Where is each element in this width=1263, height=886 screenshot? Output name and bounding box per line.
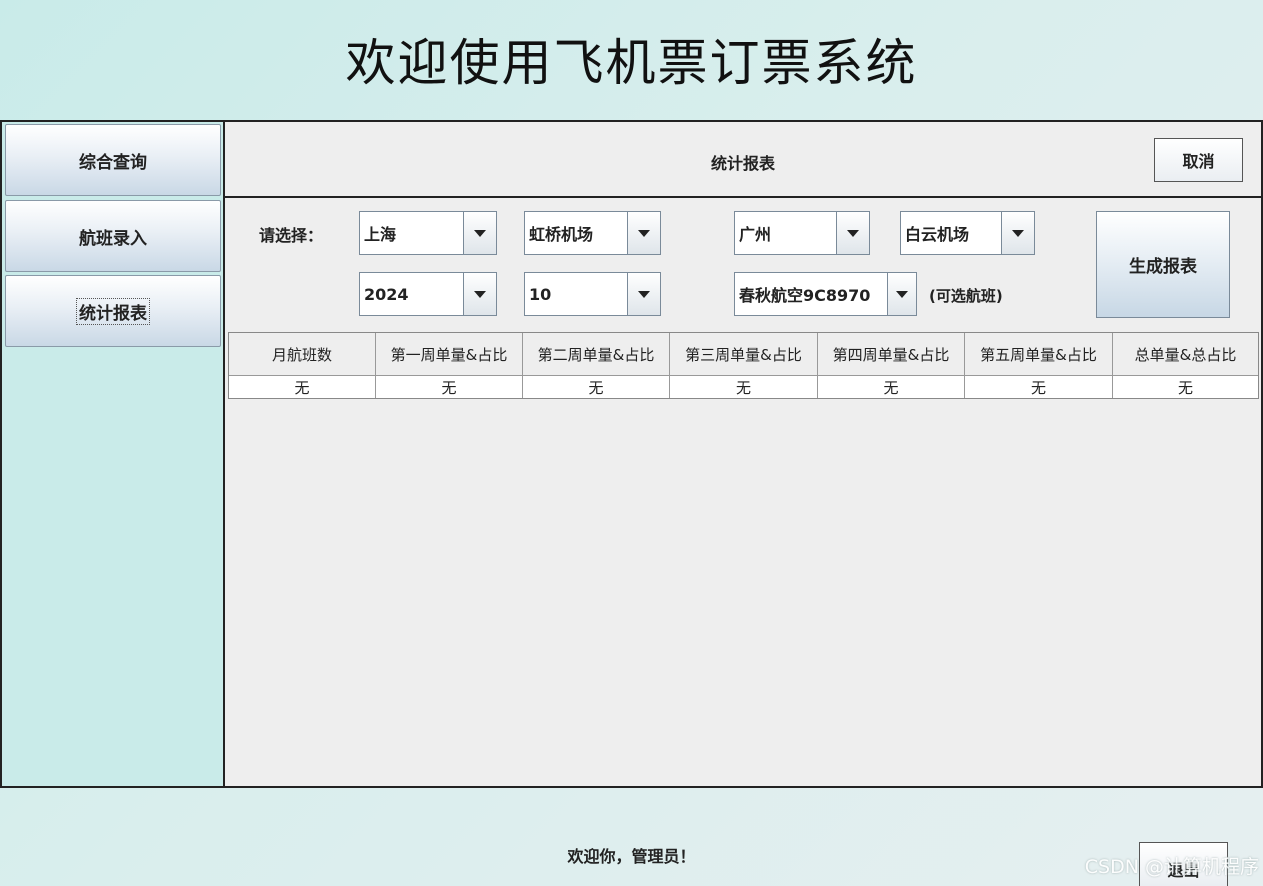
- column-header[interactable]: 总单量&总占比: [1113, 333, 1258, 376]
- report-table: 月航班数 第一周单量&占比 第二周单量&占比 第三周单量&占比 第四周单量&占比…: [228, 332, 1259, 399]
- column-header[interactable]: 第二周单量&占比: [523, 333, 670, 376]
- column-header[interactable]: 第一周单量&占比: [376, 333, 523, 376]
- flight-select[interactable]: 春秋航空9C8970: [734, 272, 917, 316]
- flight-value: 春秋航空9C8970: [739, 286, 871, 305]
- month-select[interactable]: 10: [524, 272, 661, 316]
- chevron-down-icon[interactable]: [887, 273, 916, 315]
- table-header-row: 月航班数 第一周单量&占比 第二周单量&占比 第三周单量&占比 第四周单量&占比…: [229, 333, 1258, 376]
- year-value: 2024: [364, 284, 409, 304]
- sidebar-item-flight-entry[interactable]: 航班录入: [5, 200, 221, 272]
- chevron-down-icon[interactable]: [463, 273, 496, 315]
- dest-city-select[interactable]: 广州: [734, 211, 870, 255]
- table-cell[interactable]: 无: [670, 376, 818, 398]
- sidebar-item-label: 统计报表: [76, 297, 150, 325]
- app-title: 欢迎使用飞机票订票系统: [345, 34, 918, 92]
- table-row[interactable]: 无 无 无 无 无 无 无: [229, 376, 1258, 398]
- chevron-down-icon[interactable]: [627, 273, 660, 315]
- dest-airport-select[interactable]: 白云机场: [900, 211, 1035, 255]
- chevron-down-icon[interactable]: [463, 212, 496, 254]
- chevron-down-icon[interactable]: [627, 212, 660, 254]
- watermark: CSDN @计算机程序: [1084, 856, 1259, 878]
- generate-report-button[interactable]: 生成报表: [1096, 211, 1230, 318]
- table-cell[interactable]: 无: [818, 376, 965, 398]
- origin-city-select[interactable]: 上海: [359, 211, 497, 255]
- table-cell[interactable]: 无: [1113, 376, 1258, 398]
- panel-header: 统计报表 取消: [225, 122, 1261, 198]
- cancel-button[interactable]: 取消: [1154, 138, 1243, 182]
- app-header: 欢迎使用飞机票订票系统: [0, 0, 1263, 118]
- origin-airport-select[interactable]: 虹桥机场: [524, 211, 661, 255]
- chevron-down-icon[interactable]: [836, 212, 869, 254]
- column-header[interactable]: 第三周单量&占比: [670, 333, 818, 376]
- dest-airport-value: 白云机场: [905, 225, 970, 244]
- sidebar-item-label: 航班录入: [79, 228, 147, 249]
- sidebar: 综合查询 航班录入 统计报表: [0, 120, 223, 788]
- panel-title: 统计报表: [710, 154, 775, 173]
- column-header[interactable]: 第五周单量&占比: [965, 333, 1113, 376]
- sidebar-item-statistics-report[interactable]: 统计报表: [5, 275, 221, 347]
- table-cell[interactable]: 无: [229, 376, 376, 398]
- sidebar-item-general-query[interactable]: 综合查询: [5, 124, 221, 196]
- column-header[interactable]: 月航班数: [229, 333, 376, 376]
- welcome-message: 欢迎你，管理员！: [567, 847, 696, 866]
- dest-city-value: 广州: [739, 225, 772, 244]
- report-panel: 统计报表 取消 请选择： 上海 虹桥机场 广州 白云机场 2024 10 春秋航…: [223, 120, 1263, 788]
- table-cell[interactable]: 无: [376, 376, 523, 398]
- select-label: 请选择：: [259, 226, 324, 245]
- origin-city-value: 上海: [364, 225, 397, 244]
- table-cell[interactable]: 无: [523, 376, 670, 398]
- month-value: 10: [529, 284, 552, 304]
- table-cell[interactable]: 无: [965, 376, 1113, 398]
- year-select[interactable]: 2024: [359, 272, 497, 316]
- chevron-down-icon[interactable]: [1001, 212, 1034, 254]
- flight-hint: (可选航班): [929, 287, 1003, 305]
- origin-airport-value: 虹桥机场: [529, 225, 594, 244]
- column-header[interactable]: 第四周单量&占比: [818, 333, 965, 376]
- sidebar-item-label: 综合查询: [79, 152, 147, 173]
